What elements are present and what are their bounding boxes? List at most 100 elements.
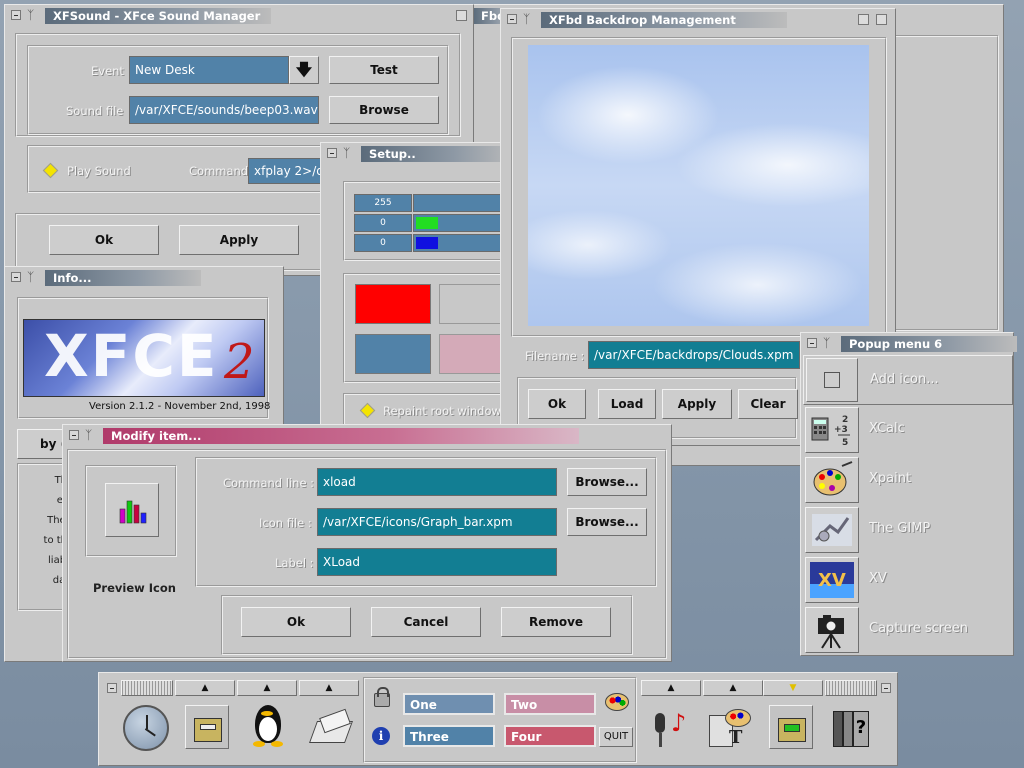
test-button[interactable]: Test <box>329 56 439 84</box>
clear-button[interactable]: Clear <box>738 389 798 419</box>
popup-item-xv[interactable]: XV XV <box>803 555 1013 605</box>
popup-item-xpaint[interactable]: Xpaint <box>803 455 1013 505</box>
popup-item-gimp[interactable]: The GIMP <box>803 505 1013 555</box>
color-swatch-blue[interactable] <box>355 334 431 374</box>
gimp-icon <box>805 507 859 553</box>
color-swatch-red[interactable] <box>355 284 431 324</box>
panel-close-icon[interactable] <box>881 683 891 693</box>
popup-item-label: XCalc <box>869 421 905 436</box>
title-bar[interactable]: ᛉ Popup menu 6 <box>801 333 1017 355</box>
setup-window: ᛉ Setup.. 255 0 0 Repaint root window <box>320 142 517 432</box>
popup-item-xcalc[interactable]: 2 +3 5 XCalc <box>803 405 1013 455</box>
cancel-button[interactable]: Cancel <box>371 607 481 637</box>
xfce-logo: XFCE 2 <box>23 319 265 397</box>
popup-arrow-6-active[interactable]: ▼ <box>763 680 823 696</box>
popup-item-add-icon[interactable]: Add icon... <box>803 355 1013 405</box>
apply-button[interactable]: Apply <box>179 225 299 255</box>
green-value[interactable]: 0 <box>354 214 412 232</box>
drawer-icon[interactable] <box>769 705 813 749</box>
help-icon[interactable]: ? <box>829 705 875 751</box>
antenna-icon: ᛉ <box>823 336 831 350</box>
color-swatch-pink[interactable] <box>439 334 503 374</box>
red-bar[interactable] <box>413 194 505 212</box>
pin-icon[interactable] <box>11 272 21 282</box>
antenna-icon: ᛉ <box>27 8 35 22</box>
svg-text:5: 5 <box>842 438 848 448</box>
popup-arrow-2[interactable]: ▲ <box>237 680 297 696</box>
title-bar[interactable]: ᛉ Modify item... <box>63 425 671 447</box>
browse-command-button[interactable]: Browse... <box>567 468 647 496</box>
pin-icon[interactable] <box>69 430 79 440</box>
minimize-button[interactable] <box>858 14 869 25</box>
penguin-icon[interactable] <box>247 703 291 753</box>
quit-button[interactable]: QUIT <box>599 727 633 747</box>
pin-icon[interactable] <box>11 10 21 20</box>
command-line-label: Command line : <box>223 476 315 490</box>
panel-menu-icon[interactable] <box>107 683 117 693</box>
desk-one[interactable]: One <box>403 693 495 715</box>
left-drag-handle[interactable] <box>121 680 173 696</box>
window-title: Setup.. <box>361 146 517 162</box>
popup-arrow-3[interactable]: ▲ <box>299 680 359 696</box>
right-drag-handle[interactable] <box>825 680 877 696</box>
palette-icon[interactable] <box>605 693 629 711</box>
palette-icon <box>805 457 859 503</box>
title-bar[interactable]: ᛉ Setup.. <box>321 143 517 165</box>
browse-icon-button[interactable]: Browse... <box>567 508 647 536</box>
load-button[interactable]: Load <box>598 389 656 419</box>
popup-item-capture[interactable]: Capture screen <box>803 605 1013 655</box>
label-input[interactable]: XLoad <box>317 548 557 576</box>
pin-icon[interactable] <box>507 14 517 24</box>
svg-text:XV: XV <box>818 570 846 591</box>
desk-two[interactable]: Two <box>504 693 596 715</box>
browse-button[interactable]: Browse <box>329 96 439 124</box>
sound-file-input[interactable]: /var/XFCE/sounds/beep03.wav <box>129 96 319 124</box>
color-swatch-gray[interactable] <box>439 284 503 324</box>
title-bar[interactable]: ᛉ Info... <box>5 267 283 289</box>
mail-icon[interactable] <box>307 705 355 751</box>
sound-icon[interactable]: ♪ <box>647 707 693 751</box>
popup-arrow-1[interactable]: ▲ <box>175 680 235 696</box>
apply-button[interactable]: Apply <box>662 389 732 419</box>
command-line-input[interactable]: xload <box>317 468 557 496</box>
blue-swatch <box>416 237 438 249</box>
title-bar[interactable]: ᛉ XFSound - XFce Sound Manager <box>5 5 473 27</box>
close-button[interactable] <box>876 14 887 25</box>
popup-arrow-4[interactable]: ▲ <box>641 680 701 696</box>
green-bar[interactable] <box>413 214 505 232</box>
popup-arrow-5[interactable]: ▲ <box>703 680 763 696</box>
ok-button[interactable]: Ok <box>241 607 351 637</box>
preview-icon-label: Preview Icon <box>93 581 176 595</box>
pin-icon[interactable] <box>807 338 817 348</box>
blue-value[interactable]: 0 <box>354 234 412 252</box>
pin-icon[interactable] <box>327 148 337 158</box>
popup-item-label: XV <box>869 571 887 586</box>
ok-button[interactable]: Ok <box>49 225 159 255</box>
ok-button[interactable]: Ok <box>528 389 586 419</box>
desk-four[interactable]: Four <box>504 725 596 747</box>
blue-bar[interactable] <box>413 234 505 252</box>
preview-icon-button[interactable] <box>105 483 159 537</box>
title-bar[interactable]: ᛉ XFbd Backdrop Management <box>501 9 895 31</box>
version-text: Version 2.1.2 - November 2nd, 1998 <box>89 401 271 412</box>
red-value[interactable]: 255 <box>354 194 412 212</box>
icon-file-input[interactable]: /var/XFCE/icons/Graph_bar.xpm <box>317 508 557 536</box>
window-title: Popup menu 6 <box>841 336 1017 352</box>
minimize-button[interactable] <box>456 10 467 21</box>
svg-text:2: 2 <box>842 415 848 425</box>
clock-icon[interactable] <box>123 705 169 751</box>
info-icon[interactable]: i <box>372 727 390 745</box>
remove-button[interactable]: Remove <box>501 607 611 637</box>
sound-file-label: Sound file <box>66 104 124 118</box>
desk-three[interactable]: Three <box>403 725 495 747</box>
command-input[interactable]: xfplay 2>/d <box>248 158 328 184</box>
popup-item-label: The GIMP <box>869 521 931 536</box>
play-sound-label: Play Sound <box>67 164 131 178</box>
camera-icon <box>805 607 859 653</box>
event-dropdown-button[interactable]: 🡇 <box>289 56 319 84</box>
file-manager-icon[interactable] <box>185 705 229 749</box>
svg-text:+3: +3 <box>834 425 848 435</box>
filename-input[interactable]: /var/XFCE/backdrops/Clouds.xpm <box>588 341 800 369</box>
settings-icon[interactable]: T <box>705 705 755 751</box>
event-select[interactable]: New Desk <box>129 56 289 84</box>
